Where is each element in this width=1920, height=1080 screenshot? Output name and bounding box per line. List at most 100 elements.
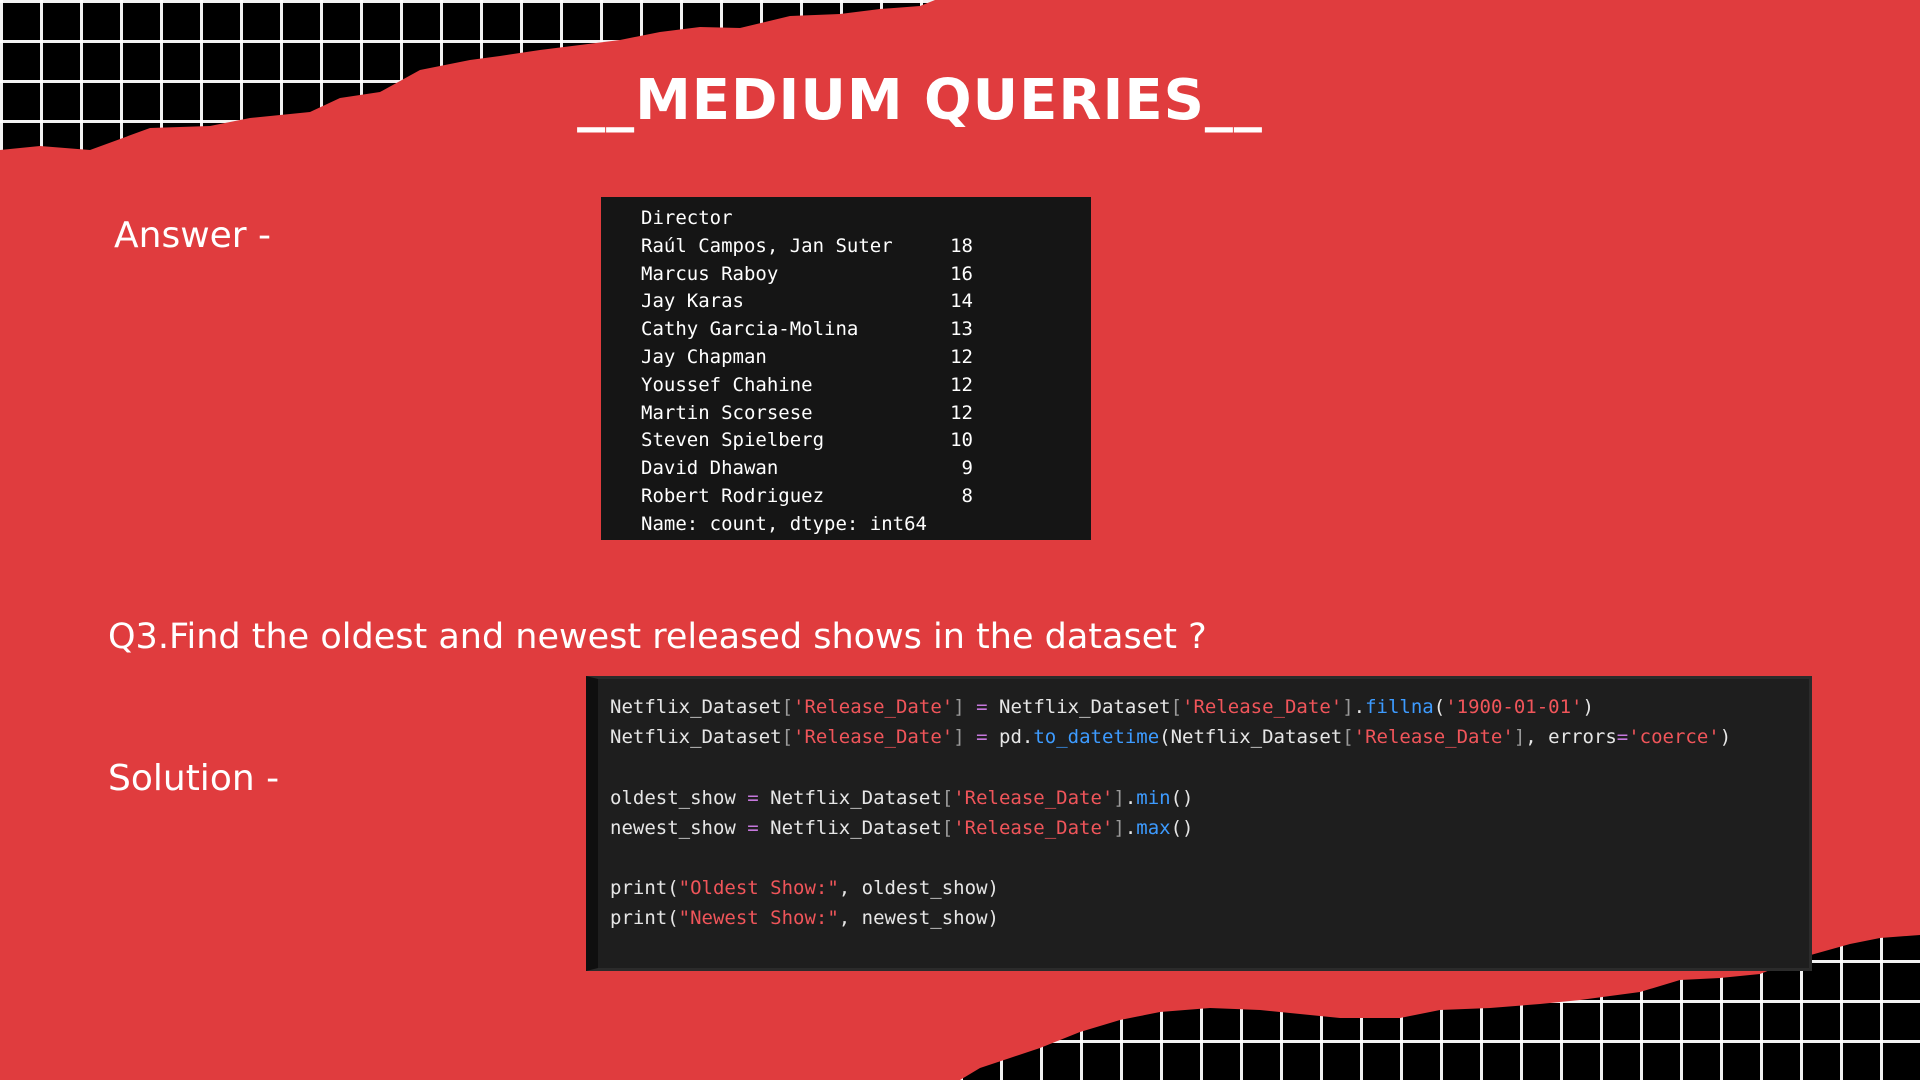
code-token: oldest_show xyxy=(610,786,748,809)
code-token: [ xyxy=(941,786,954,809)
code-token: = xyxy=(1616,726,1629,749)
director-count: 13 xyxy=(950,318,973,341)
output-row: Youssef Chahine 12 xyxy=(641,372,1091,400)
code-line: print("Oldest Show:", oldest_show) xyxy=(610,873,1809,903)
code-token: [ xyxy=(1342,726,1354,749)
output-header: Director xyxy=(641,207,733,229)
code-token: , newest_show) xyxy=(838,907,999,930)
code-line: Netflix_Dataset['Release_Date'] = pd.to_… xyxy=(610,722,1809,752)
director-count: 12 xyxy=(950,401,973,424)
code-token: ] xyxy=(1513,726,1526,749)
director-count: 8 xyxy=(961,484,973,507)
director-count: 18 xyxy=(950,234,973,257)
slide-title: __MEDIUM QUERIES__ xyxy=(577,68,1263,133)
output-row: Jay Karas 14 xyxy=(641,288,1091,316)
director-count: 10 xyxy=(950,429,973,452)
code-token: Netflix_Dataset xyxy=(758,816,942,839)
output-row: Jay Chapman 12 xyxy=(641,344,1091,372)
code-line: oldest_show = Netflix_Dataset['Release_D… xyxy=(610,783,1809,813)
code-token: Netflix_Dataset xyxy=(610,726,782,749)
code-token: ] xyxy=(953,696,965,718)
code-token: 'Release_Date' xyxy=(793,726,954,749)
code-token: . xyxy=(1353,696,1366,718)
output-rows: Raúl Campos, Jan Suter 18 Marcus Raboy 16 Ja… xyxy=(641,233,1091,511)
code-token: Netflix_Dataset xyxy=(758,786,942,809)
code-token: "Oldest Show:" xyxy=(678,877,839,900)
code-token: [ xyxy=(1170,696,1183,718)
code-token: print( xyxy=(610,877,679,900)
output-row: Steven Spielberg 10 xyxy=(641,427,1091,455)
code-line: newest_show = Netflix_Dataset['Release_D… xyxy=(610,813,1809,843)
code-token: ] xyxy=(953,726,965,749)
code-token: [ xyxy=(941,816,954,839)
director-count: 16 xyxy=(950,262,973,285)
director-count: 12 xyxy=(950,345,973,368)
code-token: newest_show xyxy=(610,816,748,839)
code-token: . xyxy=(1124,816,1137,839)
code-token: = xyxy=(747,816,759,839)
code-token: () xyxy=(1170,816,1194,839)
code-token: = xyxy=(976,696,988,718)
director-count: 12 xyxy=(950,373,973,396)
code-token: ) xyxy=(1719,726,1732,749)
code-token: [ xyxy=(781,696,794,718)
code-token: [ xyxy=(781,726,794,749)
code-token: 'Release_Date' xyxy=(1182,696,1343,718)
output-row: Marcus Raboy 16 xyxy=(641,261,1091,289)
code-token: max xyxy=(1136,816,1171,839)
code-token: ] xyxy=(1113,786,1125,809)
director-name: Jay Karas xyxy=(641,290,744,313)
code-token: ] xyxy=(1342,696,1354,718)
output-row: Raúl Campos, Jan Suter 18 xyxy=(641,233,1091,261)
director-name: Martin Scorsese xyxy=(641,401,813,424)
code-block: Netflix_Dataset['Release_Date'] = Netfli… xyxy=(586,676,1812,971)
code-token: 'Release_Date' xyxy=(953,786,1114,809)
code-token: 'coerce' xyxy=(1628,726,1720,749)
code-token: '1900-01-01' xyxy=(1445,696,1583,718)
code-token: ] xyxy=(1113,816,1125,839)
code-token: = xyxy=(976,726,988,749)
code-token: print( xyxy=(610,907,679,930)
code-token: , errors xyxy=(1525,726,1617,749)
code-token: ) xyxy=(1582,696,1594,718)
code-token: 'Release_Date' xyxy=(953,816,1114,839)
director-count: 9 xyxy=(961,457,973,480)
answer-label: Answer - xyxy=(114,215,272,256)
director-name: Jay Chapman xyxy=(641,345,767,368)
code-line: print("Newest Show:", newest_show) xyxy=(610,903,1809,933)
code-token: min xyxy=(1136,786,1171,809)
code-token: = xyxy=(747,786,759,809)
output-panel: Director Raúl Campos, Jan Suter 18 Marcus … xyxy=(601,197,1091,540)
code-token: 'Release_Date' xyxy=(1353,726,1514,749)
director-name: Robert Rodriguez xyxy=(641,484,825,507)
director-name: Youssef Chahine xyxy=(641,373,813,396)
director-name: Steven Spielberg xyxy=(641,429,825,452)
code-token: (Netflix_Dataset xyxy=(1159,726,1343,749)
code-token: pd. xyxy=(987,726,1034,749)
output-footer: Name: count, dtype: int64 xyxy=(641,512,927,535)
code-token: Netflix_Dataset xyxy=(610,696,782,718)
code-token: () xyxy=(1170,786,1194,809)
code-token: to_datetime xyxy=(1033,726,1160,749)
director-name: Marcus Raboy xyxy=(641,262,779,285)
code-line: Netflix_Dataset['Release_Date'] = Netfli… xyxy=(610,692,1809,722)
code-token: fillna xyxy=(1365,696,1434,718)
code-token: . xyxy=(1124,786,1137,809)
director-name: Cathy Garcia-Molina xyxy=(641,318,859,341)
director-name: Raúl Campos, Jan Suter xyxy=(641,234,893,257)
output-row: Martin Scorsese 12 xyxy=(641,400,1091,428)
code-token: , oldest_show) xyxy=(838,877,999,900)
output-row: David Dhawan 9 xyxy=(641,455,1091,483)
director-count: 14 xyxy=(950,290,973,313)
code-token: ( xyxy=(1433,696,1446,718)
code-token: Netflix_Dataset xyxy=(987,696,1171,718)
code-token: "Newest Show:" xyxy=(678,907,839,930)
question-text: Q3.Find the oldest and newest released s… xyxy=(108,617,1207,657)
solution-label: Solution - xyxy=(108,758,280,799)
director-name: David Dhawan xyxy=(641,457,779,480)
output-row: Cathy Garcia-Molina 13 xyxy=(641,316,1091,344)
